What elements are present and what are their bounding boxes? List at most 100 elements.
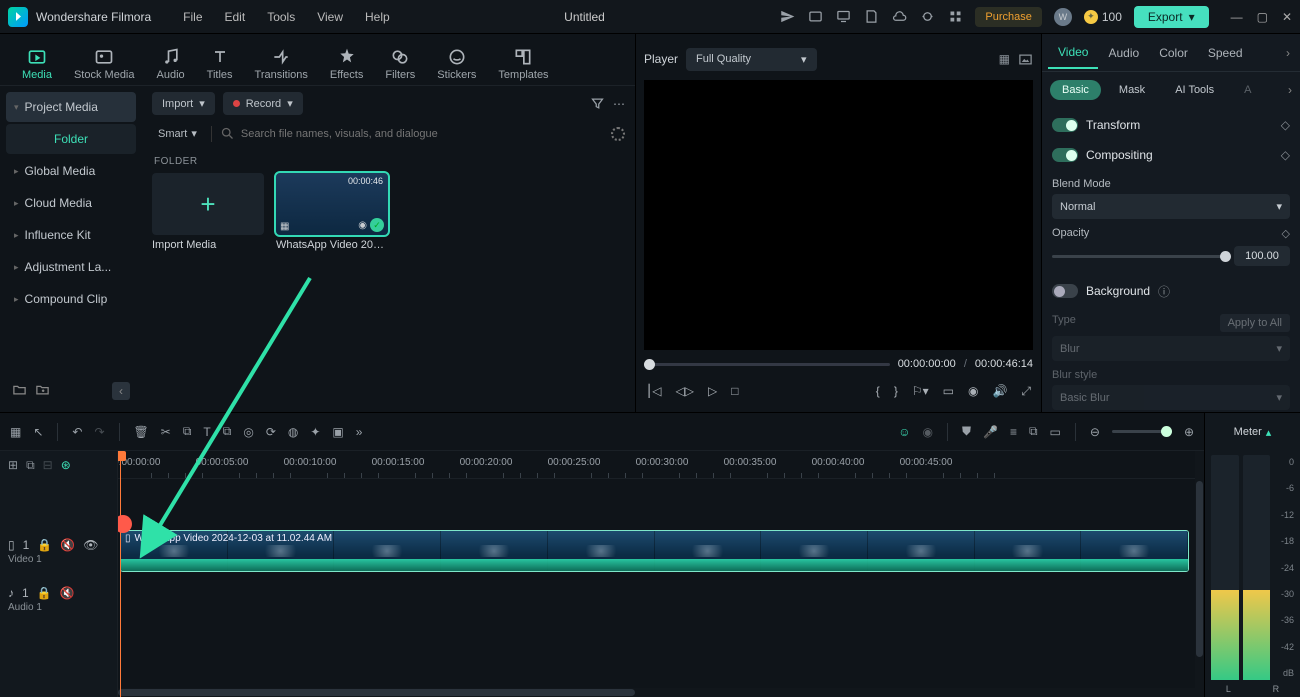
more-icon[interactable]: ⋯ bbox=[613, 97, 625, 111]
toggle-transform[interactable] bbox=[1052, 118, 1078, 132]
redo-icon[interactable]: ↷ bbox=[94, 425, 104, 439]
marker-tl-icon[interactable]: ▭ bbox=[1050, 425, 1061, 439]
mark-in-icon[interactable]: { bbox=[876, 384, 880, 398]
tl-view-1-icon[interactable]: ⊞ bbox=[8, 458, 18, 472]
copy-icon[interactable]: ⧉ bbox=[223, 424, 232, 439]
player-viewport[interactable] bbox=[644, 80, 1033, 350]
blur-style-select[interactable]: Basic Blur▾ bbox=[1052, 385, 1290, 410]
tab-effects[interactable]: Effects bbox=[324, 43, 369, 85]
timeline-hscroll[interactable] bbox=[118, 688, 1195, 697]
toggle-background[interactable] bbox=[1052, 284, 1078, 298]
track-icon[interactable]: ◎ bbox=[243, 425, 253, 439]
sidebar-compound-clip[interactable]: ▸Compound Clip bbox=[6, 284, 136, 314]
send-icon[interactable] bbox=[779, 9, 795, 25]
eye-icon[interactable]: 👁 bbox=[83, 538, 98, 552]
menu-tools[interactable]: Tools bbox=[267, 10, 295, 24]
insp-sub-extra[interactable]: A bbox=[1232, 80, 1263, 100]
sidebar-influence-kit[interactable]: ▸Influence Kit bbox=[6, 220, 136, 250]
coin-balance[interactable]: ✦100 bbox=[1084, 10, 1122, 24]
screen-icon[interactable] bbox=[835, 9, 851, 25]
effects-tl-icon[interactable]: ▣ bbox=[332, 425, 343, 439]
color-icon[interactable]: ◍ bbox=[288, 425, 298, 439]
tab-templates[interactable]: Templates bbox=[492, 43, 554, 85]
collapse-sidebar[interactable]: ‹ bbox=[112, 382, 130, 400]
insp-sub-scroll[interactable]: › bbox=[1288, 83, 1292, 97]
more-tools-icon[interactable]: » bbox=[356, 425, 363, 439]
tab-media[interactable]: Media bbox=[16, 43, 58, 85]
volume-icon[interactable]: 🔊 bbox=[992, 384, 1007, 398]
mute-icon[interactable]: 🔇 bbox=[60, 586, 75, 600]
tab-stock[interactable]: Stock Media bbox=[68, 43, 141, 85]
mark-out-icon[interactable]: } bbox=[894, 384, 898, 398]
win-close[interactable]: ✕ bbox=[1282, 10, 1292, 24]
snapshot-view-icon[interactable] bbox=[1018, 52, 1033, 67]
import-dropdown[interactable]: Import▾ bbox=[152, 92, 215, 115]
lock-icon[interactable]: 🔒 bbox=[37, 538, 52, 552]
timeline-zoom-slider[interactable] bbox=[1112, 430, 1172, 433]
audio-track-header[interactable]: ♪1🔒🔇 Audio 1 bbox=[0, 575, 117, 623]
insp-tabs-scroll[interactable]: › bbox=[1282, 46, 1294, 60]
export-button[interactable]: Export▾ bbox=[1134, 6, 1209, 28]
mixer-icon[interactable]: ≡ bbox=[1010, 425, 1017, 439]
smart-dropdown[interactable]: Smart▾ bbox=[152, 123, 203, 144]
smiley-icon[interactable]: ☺ bbox=[898, 425, 910, 439]
record-dropdown[interactable]: Record▾ bbox=[223, 92, 303, 115]
display-icon[interactable]: ▭ bbox=[943, 384, 954, 398]
delete-icon[interactable]: 🗑 bbox=[134, 425, 149, 439]
insp-sub-mask[interactable]: Mask bbox=[1107, 80, 1157, 100]
record-tl-icon[interactable]: ◉ bbox=[922, 425, 932, 439]
tab-stickers[interactable]: Stickers bbox=[431, 43, 482, 85]
tl-magnet-icon[interactable]: ⊛ bbox=[61, 458, 71, 472]
player-scrubber[interactable] bbox=[644, 363, 890, 366]
menu-view[interactable]: View bbox=[317, 10, 343, 24]
purchase-button[interactable]: Purchase bbox=[975, 7, 1041, 27]
text-icon[interactable]: T bbox=[203, 425, 210, 439]
insp-tab-speed[interactable]: Speed bbox=[1198, 38, 1253, 68]
link-icon[interactable]: ⧉ bbox=[1029, 424, 1038, 439]
apply-to-all-button[interactable]: Apply to All bbox=[1220, 314, 1290, 332]
blend-mode-select[interactable]: Normal▾ bbox=[1052, 194, 1290, 219]
lock-icon[interactable]: 🔒 bbox=[37, 586, 52, 600]
search-input[interactable] bbox=[241, 128, 603, 140]
step-back-icon[interactable]: ◁▷ bbox=[675, 384, 693, 398]
speed-icon[interactable]: ⟳ bbox=[266, 425, 276, 439]
cloud-icon[interactable] bbox=[891, 9, 907, 25]
save-icon[interactable] bbox=[863, 9, 879, 25]
keyframe-icon[interactable]: ◇ bbox=[1282, 227, 1290, 240]
keyframe-icon[interactable]: ◇ bbox=[1281, 118, 1290, 132]
split-icon[interactable]: ✂ bbox=[161, 425, 171, 439]
undo-icon[interactable]: ↶ bbox=[72, 425, 82, 439]
camera-icon[interactable]: ◉ bbox=[968, 384, 978, 398]
grid-view-icon[interactable]: ▦ bbox=[999, 52, 1010, 66]
tl-select-icon[interactable]: ▦ bbox=[10, 425, 21, 439]
shield-icon[interactable]: ⛊ bbox=[962, 424, 971, 439]
stop-icon[interactable]: □ bbox=[731, 384, 738, 398]
apps-icon[interactable] bbox=[947, 9, 963, 25]
tl-pointer-icon[interactable]: ↖ bbox=[33, 425, 43, 439]
insp-tab-video[interactable]: Video bbox=[1048, 37, 1098, 69]
playhead[interactable] bbox=[120, 451, 121, 697]
menu-help[interactable]: Help bbox=[365, 10, 390, 24]
bg-type-select[interactable]: Blur▾ bbox=[1052, 336, 1290, 361]
tab-audio[interactable]: Audio bbox=[151, 43, 191, 85]
menu-edit[interactable]: Edit bbox=[225, 10, 246, 24]
zoom-in-icon[interactable]: ⊕ bbox=[1184, 425, 1194, 439]
insp-tab-audio[interactable]: Audio bbox=[1098, 38, 1149, 68]
support-icon[interactable] bbox=[919, 9, 935, 25]
keyframe-icon[interactable]: ◇ bbox=[1281, 148, 1290, 162]
marker-menu-icon[interactable]: ⚐▾ bbox=[912, 384, 929, 398]
insp-sub-aitools[interactable]: AI Tools bbox=[1163, 80, 1226, 100]
tab-transitions[interactable]: Transitions bbox=[249, 43, 314, 85]
timeline-tracks[interactable]: 00:00:00:0000:00:05:0000:00:10:0000:00:1… bbox=[118, 451, 1195, 697]
prev-frame-icon[interactable]: ⎮◁ bbox=[646, 384, 661, 398]
user-avatar[interactable]: W bbox=[1054, 8, 1072, 26]
play-icon[interactable]: ▷ bbox=[708, 384, 717, 398]
timeline-vscroll[interactable] bbox=[1195, 451, 1204, 697]
win-minimize[interactable]: — bbox=[1231, 10, 1243, 24]
timeline-clip[interactable]: ▯WhatsApp Video 2024-12-03 at 11.02.44 A… bbox=[120, 530, 1189, 572]
tab-filters[interactable]: Filters bbox=[379, 43, 421, 85]
crop-icon[interactable]: ⧉ bbox=[183, 424, 192, 439]
sidebar-folder[interactable]: Folder bbox=[6, 124, 136, 154]
timeline-ruler[interactable]: 00:00:00:0000:00:05:0000:00:10:0000:00:1… bbox=[118, 451, 1195, 479]
filter-icon[interactable] bbox=[590, 96, 605, 111]
